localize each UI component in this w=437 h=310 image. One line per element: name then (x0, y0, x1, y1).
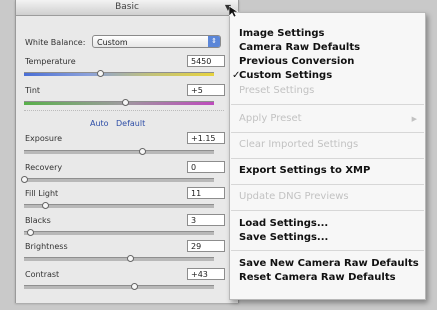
panel-title: Basic (115, 2, 139, 12)
white-balance-value: Custom (97, 38, 128, 47)
exposure-slider[interactable] (24, 150, 214, 154)
menu-separator (231, 250, 424, 251)
contrast-label: Contrast (25, 270, 60, 279)
checkmark-icon: ✓ (232, 70, 241, 81)
menu-item-export-settings-xmp[interactable]: Export Settings to XMP (239, 165, 370, 176)
settings-menu: Image Settings Camera Raw Defaults Previ… (229, 12, 426, 300)
contrast-slider[interactable] (24, 285, 214, 289)
white-balance-label: White Balance: (25, 38, 86, 47)
temperature-field[interactable]: 5450 (187, 55, 225, 67)
tint-thumb[interactable] (121, 99, 129, 106)
menu-item-apply-preset-label: Apply Preset (239, 113, 302, 124)
temperature-label: Temperature (25, 57, 76, 66)
brightness-slider[interactable] (24, 257, 214, 261)
brightness-field[interactable]: 29 (187, 240, 225, 252)
temperature-thumb[interactable] (97, 70, 104, 77)
menu-item-camera-raw-defaults[interactable]: Camera Raw Defaults (239, 42, 360, 53)
menu-item-previous-conversion[interactable]: Previous Conversion (239, 56, 354, 67)
menu-item-apply-preset[interactable]: Apply Preset (239, 113, 302, 124)
menu-separator (231, 104, 424, 105)
basic-panel: Basic ▼ White Balance: Custom ⇕ Temperat… (15, 0, 239, 303)
brightness-label: Brightness (25, 242, 68, 251)
fill-light-field[interactable]: 11 (187, 187, 225, 199)
menu-item-reset-camera-raw-defaults[interactable]: Reset Camera Raw Defaults (239, 272, 396, 283)
exposure-thumb[interactable] (138, 148, 146, 155)
fill-light-slider[interactable] (24, 204, 214, 208)
recovery-thumb[interactable] (21, 176, 28, 183)
menu-separator (231, 184, 424, 185)
tint-field[interactable]: +5 (187, 84, 225, 96)
fill-light-label: Fill Light (25, 189, 59, 198)
menu-item-custom-settings[interactable]: ✓ Custom Settings (232, 70, 333, 81)
blacks-slider[interactable] (24, 231, 214, 235)
menu-item-clear-imported-settings[interactable]: Clear Imported Settings (239, 139, 358, 150)
menu-item-save-settings[interactable]: Save Settings... (239, 232, 328, 243)
menu-item-save-new-camera-raw-defaults[interactable]: Save New Camera Raw Defaults (239, 258, 419, 269)
menu-item-load-settings[interactable]: Load Settings... (239, 218, 328, 229)
menu-separator (231, 132, 424, 133)
temperature-slider[interactable] (24, 72, 214, 76)
recovery-label: Recovery (25, 163, 63, 172)
exposure-label: Exposure (25, 134, 63, 143)
menu-separator (231, 210, 424, 211)
white-balance-select[interactable]: Custom ⇕ (92, 35, 221, 48)
blacks-thumb[interactable] (26, 229, 34, 236)
recovery-slider[interactable] (24, 178, 214, 182)
menu-item-custom-settings-label: Custom Settings (239, 70, 333, 81)
panel-header: Basic ▼ (16, 0, 238, 16)
menu-item-preset-settings[interactable]: Preset Settings (239, 85, 314, 96)
auto-link[interactable]: Auto (90, 119, 109, 128)
recovery-field[interactable]: 0 (187, 161, 225, 173)
fill-light-thumb[interactable] (41, 202, 49, 209)
blacks-field[interactable]: 3 (187, 214, 225, 226)
contrast-field[interactable]: +43 (187, 268, 225, 280)
select-arrows-icon: ⇕ (208, 36, 220, 47)
blacks-label: Blacks (25, 216, 51, 225)
mouse-pointer-icon (229, 6, 239, 18)
tint-label: Tint (25, 86, 41, 95)
exposure-field[interactable]: +1.15 (187, 132, 225, 144)
menu-separator (231, 158, 424, 159)
default-link[interactable]: Default (116, 119, 145, 128)
section-divider (24, 110, 224, 112)
tint-slider[interactable] (24, 101, 214, 105)
submenu-arrow-icon: ▶ (411, 115, 417, 123)
menu-item-image-settings[interactable]: Image Settings (239, 28, 325, 39)
menu-item-update-dng-previews[interactable]: Update DNG Previews (239, 191, 349, 202)
